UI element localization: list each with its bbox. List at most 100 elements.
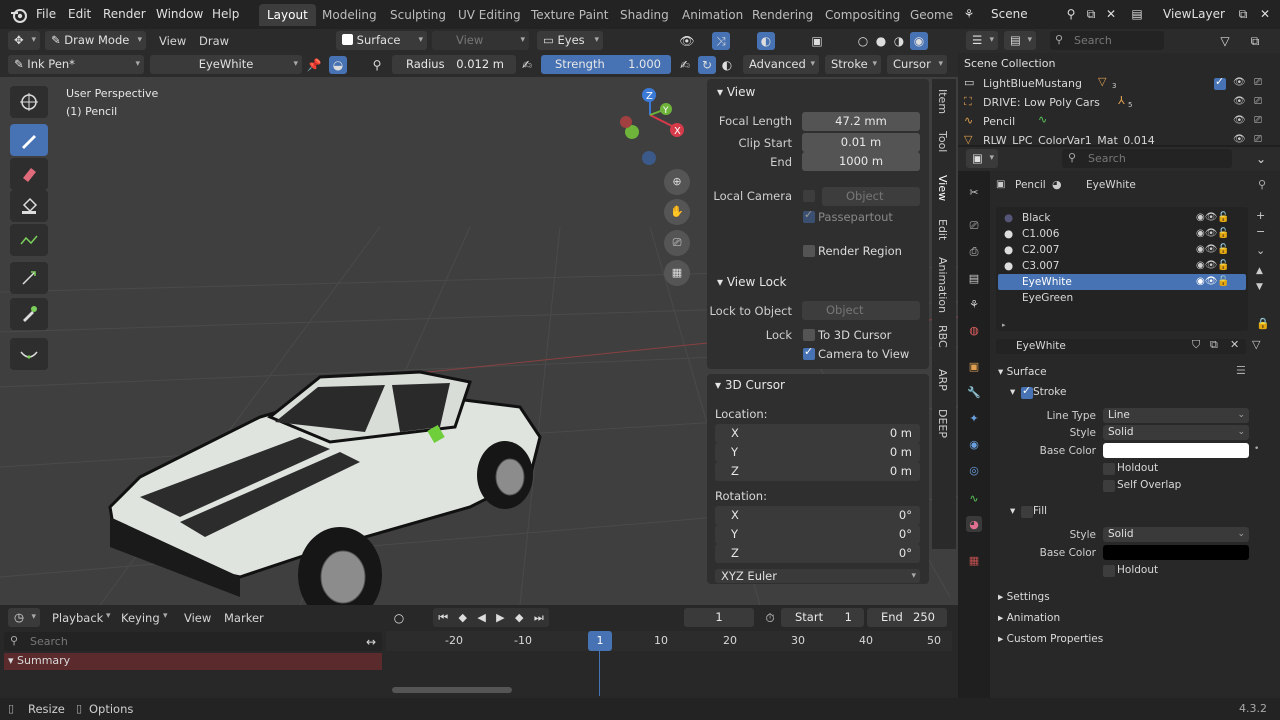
stopwatch-icon[interactable]: ⏱	[761, 609, 779, 627]
custom-properties-section[interactable]: ▸ Custom Properties	[998, 633, 1103, 645]
pressure-icon[interactable]: ✍	[518, 56, 536, 74]
cycle-icon[interactable]: ↻	[698, 56, 716, 74]
navigation-gizmo[interactable]: Z X Y	[610, 85, 690, 175]
fill-section[interactable]: ▾	[1010, 505, 1015, 517]
to-3d-cursor-checkbox[interactable]	[803, 329, 815, 341]
start-frame-field[interactable]: Start 1	[781, 608, 864, 627]
include-checkbox[interactable]	[1214, 75, 1226, 90]
tab-shading[interactable]: Shading	[612, 4, 677, 26]
visibility-icons[interactable]: ◉👁🔓	[1196, 242, 1230, 258]
outliner-item[interactable]: ∿ Pencil ∿ 👁 ⎚	[958, 112, 1280, 131]
current-frame-field[interactable]: 1	[684, 608, 754, 627]
tab-rendering[interactable]: Rendering	[744, 4, 821, 26]
curve-tool-icon[interactable]	[10, 338, 48, 370]
pin-icon[interactable]: ⚲	[1062, 5, 1080, 23]
pressure-icon[interactable]: ✍	[676, 56, 694, 74]
focal-length-field[interactable]: 47.2 mm	[802, 112, 920, 131]
overlay-icon[interactable]: ◐	[757, 32, 775, 50]
remove-slot-icon[interactable]: −	[1256, 225, 1265, 238]
tool-tab-icon[interactable]: ✂	[966, 184, 982, 200]
scene-name[interactable]: Scene	[991, 7, 1028, 21]
tab-deep[interactable]: DEEP	[936, 409, 949, 438]
camera-to-view-checkbox[interactable]	[803, 345, 815, 360]
outliner-item[interactable]: ⛶ DRIVE: Low Poly Cars ⅄ 5 👁 ⎚	[958, 93, 1280, 112]
tab-animation[interactable]: Animation	[674, 4, 751, 26]
properties-editor-type[interactable]: ▣ ▾	[966, 149, 998, 168]
material-preview-icon[interactable]: ●	[872, 32, 890, 50]
location-z-field[interactable]: Z 0 m	[715, 462, 920, 481]
menu-help[interactable]: Help	[212, 7, 239, 21]
modifiers-tab-icon[interactable]: 🔧	[966, 384, 982, 400]
location-x-field[interactable]: X 0 m	[715, 424, 920, 443]
tab-rbc[interactable]: RBC	[936, 325, 949, 348]
eye-icon[interactable]: 👁	[1233, 77, 1246, 88]
pin-icon[interactable]: 📌	[305, 56, 323, 74]
move-up-icon[interactable]: ▲	[1256, 266, 1263, 276]
expand-icon[interactable]: ▸	[1002, 321, 1006, 329]
constraints-tab-icon[interactable]: ◎	[966, 462, 982, 478]
radius-field[interactable]: Radius 0.012 m	[392, 55, 516, 74]
advanced-dropdown[interactable]: Advanced ▾	[743, 55, 819, 74]
tab-modeling[interactable]: Modeling	[314, 4, 385, 26]
fill-base-color-swatch[interactable]	[1103, 545, 1249, 560]
timeline-ruler[interactable]: -20 -10 1 10 20 30 40 50	[386, 631, 952, 651]
zoom-icon[interactable]: ⊕	[664, 169, 690, 195]
eye-icon[interactable]: 👁	[1233, 134, 1246, 145]
new-collection-icon[interactable]: ⧉	[1246, 32, 1264, 50]
view-panel-title[interactable]: ▾ View	[717, 85, 755, 99]
surface-section[interactable]: ▾ Surface	[998, 366, 1047, 378]
style-dropdown[interactable]: Solid ⌄	[1103, 425, 1249, 440]
eye-icon[interactable]: 👁	[1233, 96, 1246, 107]
material-tab-icon[interactable]: ◕	[966, 516, 982, 532]
end-frame-field[interactable]: End 250	[867, 608, 947, 627]
eye-icon[interactable]: 👁	[1233, 115, 1246, 126]
filter-icon[interactable]: ▽	[1216, 32, 1234, 50]
material-slot[interactable]: ● C3.007 ◉👁🔓	[998, 258, 1246, 274]
fake-user-icon[interactable]: ⛉	[1192, 338, 1200, 352]
menu-marker[interactable]: Marker	[224, 611, 264, 625]
transform-tool-icon[interactable]	[10, 262, 48, 294]
brush-dropdown[interactable]: ✎ Ink Pen* ▾	[8, 55, 144, 74]
duplicate-icon[interactable]: ⧉	[1210, 338, 1218, 352]
gizmo-icon[interactable]: ⤨	[712, 32, 730, 50]
physics-tab-icon[interactable]: ◉	[966, 436, 982, 452]
stroke-checkbox[interactable]	[1021, 384, 1033, 399]
render-region-checkbox[interactable]	[803, 245, 815, 257]
tab-geometry[interactable]: Geome	[902, 4, 958, 26]
animation-section[interactable]: ▸ Animation	[998, 612, 1060, 624]
prev-key-icon[interactable]: ◆	[458, 611, 466, 624]
camera-render-icon[interactable]: ⎚	[1254, 115, 1262, 126]
menu-keying[interactable]: Keying	[121, 611, 160, 625]
new-view-layer-icon[interactable]: ⧉	[1234, 5, 1252, 23]
fill-holdout-checkbox[interactable]	[1103, 565, 1115, 577]
tab-uv-editing[interactable]: UV Editing	[450, 4, 529, 26]
surface-dropdown[interactable]: Surface ▾	[336, 31, 427, 50]
camera-icon[interactable]: ⎚	[664, 230, 690, 256]
location-y-field[interactable]: Y 0 m	[715, 443, 920, 462]
output-tab-icon[interactable]: ⎙	[966, 244, 982, 260]
add-slot-icon[interactable]: +	[1256, 209, 1265, 222]
fill-checkbox[interactable]	[1021, 506, 1033, 518]
menu-draw[interactable]: Draw	[199, 34, 229, 48]
material-name-field[interactable]: EyeWhite ⛉ ⧉ ✕	[996, 338, 1246, 354]
material-slot[interactable]: EyeGreen	[998, 290, 1246, 306]
stroke-base-color-swatch[interactable]	[1103, 443, 1249, 458]
editor-type-dropdown[interactable]: ✥ ▾	[8, 31, 40, 50]
rotation-mode-dropdown[interactable]: XYZ Euler ▾	[715, 569, 920, 583]
line-type-dropdown[interactable]: Line ⌄	[1103, 408, 1249, 423]
close-icon[interactable]: ✕	[1256, 5, 1274, 23]
view-plane-dropdown[interactable]: View ▾	[432, 31, 529, 50]
draw-tool-icon[interactable]	[10, 124, 48, 156]
cursor-tool-icon[interactable]	[10, 86, 48, 118]
clip-start-field[interactable]: 0.01 m	[802, 133, 920, 152]
tab-texture-paint[interactable]: Texture Paint	[523, 4, 616, 26]
visibility-icons[interactable]: ◉👁🔓	[1196, 210, 1230, 226]
wireframe-icon[interactable]: ◑	[890, 32, 908, 50]
outliner-editor-type[interactable]: ☰ ▾	[966, 31, 998, 50]
outliner-item[interactable]: ▭ LightBlueMustang ▽ 3 👁 ⎚	[958, 74, 1280, 93]
menu-edit[interactable]: Edit	[68, 7, 91, 21]
play-icon[interactable]: ▶	[496, 611, 504, 624]
material-sphere-icon[interactable]: ◒	[329, 56, 347, 74]
tab-sculpting[interactable]: Sculpting	[382, 4, 454, 26]
tab-compositing[interactable]: Compositing	[817, 4, 908, 26]
